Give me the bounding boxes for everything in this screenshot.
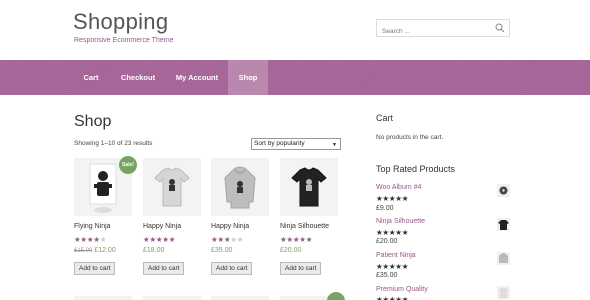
top-rated-product-price: £35.00 [376,272,398,279]
product-name[interactable]: Happy Ninja [143,223,181,230]
top-rated-product-name[interactable]: Ninja Silhouette [376,218,425,225]
product-image[interactable] [74,296,132,300]
product-name[interactable]: Flying Ninja [74,223,111,230]
product-price: £20.00 [280,247,302,254]
tshirt-black-icon [291,167,327,207]
nav-item-my-account[interactable]: My Account [168,60,226,95]
star-rating: ★★★★★ [376,228,409,237]
add-to-cart-button[interactable]: Add to cart [74,262,116,275]
sale-badge: Sale! [119,156,137,174]
top-rated-product-name[interactable]: Patient Ninja [376,252,416,259]
add-to-cart-button[interactable]: Add to cart [280,262,322,275]
nav-item-cart[interactable]: Cart [74,60,108,95]
nav-item-checkout[interactable]: Checkout [110,60,166,95]
search-icon[interactable] [495,23,505,33]
product-price: £15.00 £12.00 [74,247,116,254]
site-tagline: Responsive Ecommerce Theme [74,37,174,44]
product-name[interactable]: Ninja Silhouette [280,223,329,230]
product-image[interactable] [143,158,201,216]
sale-badge [327,292,345,300]
product-price: £35.00 [211,247,233,254]
star-rating: ★★★★★ [143,235,176,244]
album-icon[interactable] [497,184,510,197]
cart-empty-message: No products in the cart. [376,134,444,141]
star-rating: ★★★★★ [280,235,313,244]
search-box [376,19,510,40]
old-price: £15.00 [74,248,93,254]
product-image[interactable] [211,158,269,216]
nav-item-shop[interactable]: Shop [228,60,268,95]
tshirt-icon [154,167,190,207]
star-rating: ★★★★★ [376,295,409,300]
product-image[interactable] [280,158,338,216]
product-image[interactable] [211,296,269,300]
top-rated-title: Top Rated Products [376,164,456,174]
top-rated-product-name[interactable]: Premium Quality [376,286,428,293]
star-rating: ★★★★★ [211,235,244,244]
star-rating: ★★★★★ [376,262,409,271]
site-header: Shopping Responsive Ecommerce Theme [0,0,590,60]
site-title[interactable]: Shopping [73,9,168,35]
search-input[interactable] [377,23,487,40]
hoodie-icon[interactable] [497,252,510,265]
top-rated-product-price: £20.00 [376,238,398,245]
cart-widget-title: Cart [376,113,394,123]
sale-price: £12.00 [94,247,116,254]
star-rating: ★★★★★ [376,194,409,203]
add-to-cart-button[interactable]: Add to cart [211,262,253,275]
product-name[interactable]: Happy Ninja [211,223,249,230]
sort-select[interactable]: Sort by popularity ▼ [251,138,341,150]
product-image[interactable] [143,296,201,300]
tshirt-black-icon[interactable] [497,218,510,231]
sort-select-value: Sort by popularity [254,140,305,147]
hoodie-icon [224,166,256,209]
top-rated-product-name[interactable]: Woo Album #4 [376,184,421,191]
primary-navigation: Cart Checkout My Account Shop [0,60,590,95]
product-price: £18.00 [143,247,165,254]
add-to-cart-button[interactable]: Add to cart [143,262,185,275]
product-card[interactable]: Happy Ninja ★★★★★ £18.00 Add to cart [143,158,201,275]
product-card[interactable]: Happy Ninja ★★★★★ £35.00 Add to cart [211,158,269,275]
product-card[interactable]: Sale! Flying Ninja ★★★★★ £15.00 £12.00 A… [74,156,137,275]
product-card[interactable]: Ninja Silhouette ★★★★★ £20.00 Add to car… [280,158,338,275]
product-image[interactable]: Sale! [74,156,137,216]
page-title: Shop [74,113,112,130]
chevron-down-icon: ▼ [332,142,337,148]
tshirt-icon[interactable] [497,286,510,299]
star-rating: ★★★★★ [74,235,107,244]
result-count: Showing 1–10 of 23 results [74,140,153,147]
top-rated-product-price: £9.00 [376,205,394,212]
